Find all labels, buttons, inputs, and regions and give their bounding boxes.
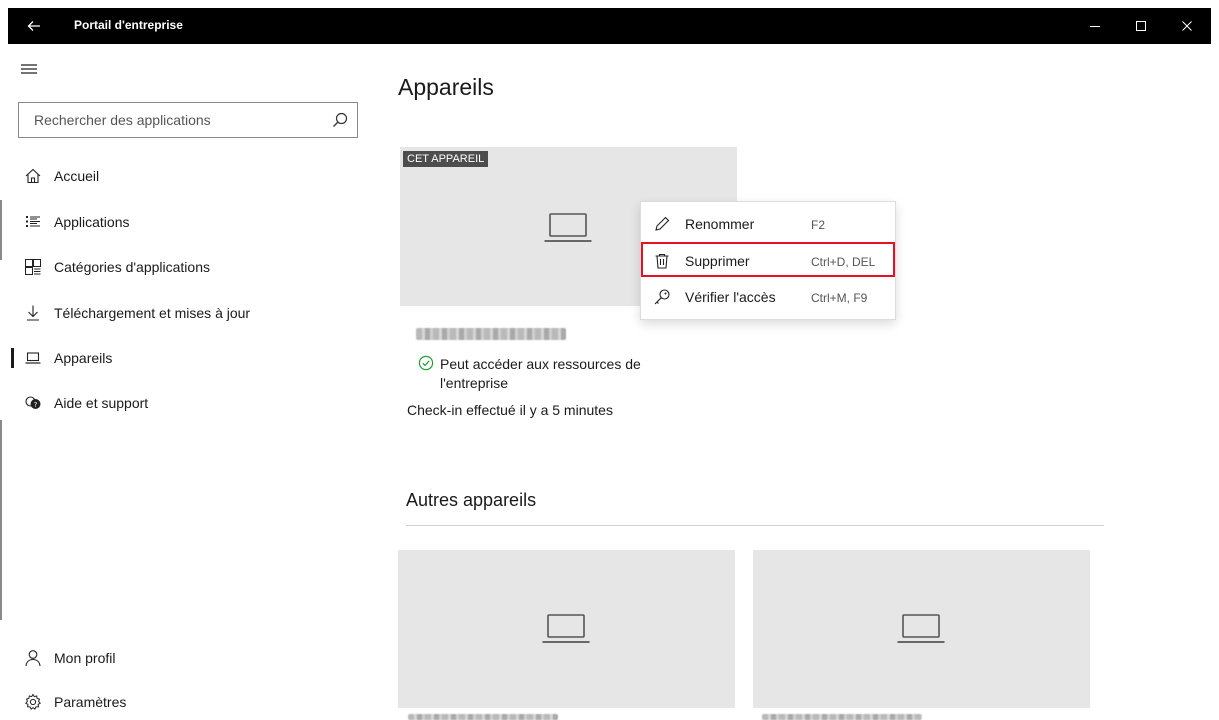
sidebar-item-appareils[interactable]: Appareils <box>8 342 372 374</box>
back-button[interactable] <box>20 12 48 40</box>
menu-item-verify-access[interactable]: Vérifier l'accès Ctrl+M, F9 <box>641 279 895 315</box>
hamburger-icon <box>21 64 37 74</box>
backdrop-edge <box>0 420 2 620</box>
gear-icon <box>24 693 42 711</box>
other-device-tile[interactable] <box>398 550 735 708</box>
menu-item-delete[interactable]: Supprimer Ctrl+D, DEL <box>641 243 895 279</box>
menu-item-label: Renommer <box>685 216 755 232</box>
sidebar-item-applications[interactable]: Applications <box>8 206 372 238</box>
title-bar: Portail d'entreprise <box>8 8 1211 44</box>
sidebar-item-label: Appareils <box>54 350 113 366</box>
pencil-icon <box>653 215 671 233</box>
checkin-status: Check-in effectué il y a 5 minutes <box>407 402 613 418</box>
device-context-menu: Renommer F2 Supprimer Ctrl+D, DEL Vérifi… <box>640 201 896 320</box>
other-device-tile[interactable] <box>753 550 1090 708</box>
laptop-icon <box>897 614 945 643</box>
key-icon <box>653 288 671 306</box>
sidebar-item-label: Paramètres <box>54 694 127 710</box>
laptop-icon <box>544 213 592 242</box>
sidebar-item-label: Téléchargement et mises à jour <box>54 305 251 321</box>
app-window: Portail d'entreprise Accueil <box>8 8 1211 720</box>
home-icon <box>24 167 42 185</box>
menu-item-label: Vérifier l'accès <box>685 289 776 305</box>
backdrop-edge <box>0 200 2 260</box>
page-title: Appareils <box>398 74 494 100</box>
menu-button[interactable] <box>20 62 44 78</box>
laptop-icon <box>24 349 42 367</box>
search-input[interactable] <box>34 103 314 137</box>
this-device-badge: CET APPAREIL <box>403 151 489 167</box>
menu-item-shortcut: Ctrl+D, DEL <box>811 255 876 269</box>
menu-item-rename[interactable]: Renommer F2 <box>641 206 895 242</box>
menu-item-shortcut: F2 <box>811 218 826 232</box>
close-icon <box>1182 21 1192 31</box>
sidebar-item-categories[interactable]: Catégories d'applications <box>8 251 372 283</box>
minimize-button[interactable] <box>1072 8 1118 44</box>
access-status: Peut accéder aux ressources de l'entrepr… <box>440 356 641 391</box>
menu-item-shortcut: Ctrl+M, F9 <box>811 291 868 305</box>
window-title: Portail d'entreprise <box>74 18 183 32</box>
device-name-redacted <box>408 714 558 720</box>
sidebar: Accueil Applications Catégories d'applic… <box>8 44 372 720</box>
sidebar-item-label: Catégories d'applications <box>54 259 210 275</box>
download-icon <box>24 304 42 322</box>
device-name-redacted <box>762 714 922 720</box>
person-icon <box>24 649 42 667</box>
maximize-icon <box>1136 21 1146 31</box>
check-circle-icon <box>418 355 434 371</box>
svg-text:?: ? <box>34 401 38 409</box>
sidebar-item-label: Accueil <box>54 168 100 184</box>
laptop-icon <box>542 614 590 643</box>
sidebar-item-accueil[interactable]: Accueil <box>8 160 372 192</box>
selection-indicator <box>11 348 14 368</box>
sidebar-item-settings[interactable]: Paramètres <box>8 686 372 718</box>
search-box <box>18 102 358 138</box>
sidebar-item-label: Aide et support <box>54 395 149 411</box>
list-icon <box>24 213 42 231</box>
trash-icon <box>653 252 671 270</box>
categories-icon <box>24 258 42 276</box>
search-icon[interactable] <box>331 111 349 129</box>
sidebar-item-label: Mon profil <box>54 650 116 666</box>
minimize-icon <box>1090 26 1100 27</box>
help-icon: ? <box>24 394 42 412</box>
arrow-left-icon <box>27 21 40 31</box>
sidebar-item-downloads[interactable]: Téléchargement et mises à jour <box>8 297 372 329</box>
maximize-button[interactable] <box>1118 8 1164 44</box>
sidebar-item-profile[interactable]: Mon profil <box>8 642 372 674</box>
main-content: Appareils CET APPAREIL Peut accéder aux … <box>372 44 1211 720</box>
section-divider <box>406 525 1104 526</box>
device-name-redacted <box>416 328 566 340</box>
close-button[interactable] <box>1164 8 1210 44</box>
sidebar-item-label: Applications <box>54 214 130 230</box>
other-devices-title: Autres appareils <box>406 490 537 510</box>
menu-item-label: Supprimer <box>685 253 750 269</box>
sidebar-item-help[interactable]: ? Aide et support <box>8 387 372 419</box>
